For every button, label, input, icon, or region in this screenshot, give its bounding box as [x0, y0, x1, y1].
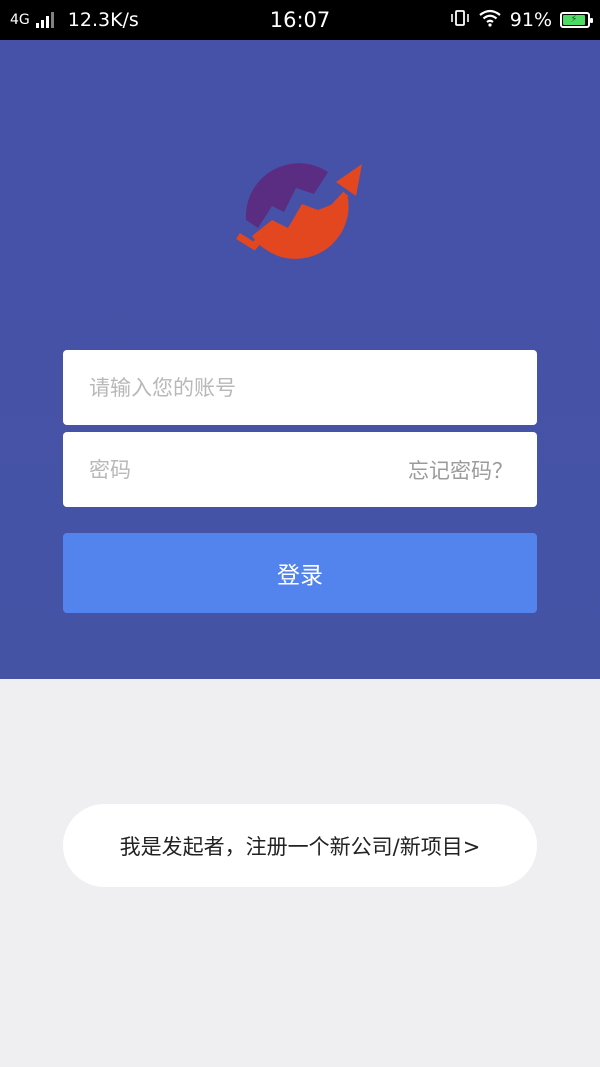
status-right: 91% ⚡: [450, 0, 593, 40]
battery-percent: 91%: [509, 9, 552, 31]
vibrate-icon: [450, 8, 470, 33]
login-button[interactable]: 登录: [63, 533, 537, 613]
password-input[interactable]: [63, 432, 363, 507]
account-input[interactable]: [63, 350, 537, 425]
status-bar: 4G 12.3K/s 16:07 91% ⚡: [0, 0, 600, 40]
forgot-password-link[interactable]: 忘记密码？: [408, 432, 513, 507]
login-header: 忘记密码？ 登录: [0, 40, 600, 679]
register-organizer-button[interactable]: 我是发起者，注册一个新公司/新项目>: [63, 804, 537, 887]
password-field: 忘记密码？: [63, 432, 537, 507]
wifi-icon: [478, 8, 502, 33]
account-field: [63, 350, 537, 425]
app-logo-icon: [232, 150, 366, 272]
battery-icon: ⚡: [560, 12, 593, 28]
